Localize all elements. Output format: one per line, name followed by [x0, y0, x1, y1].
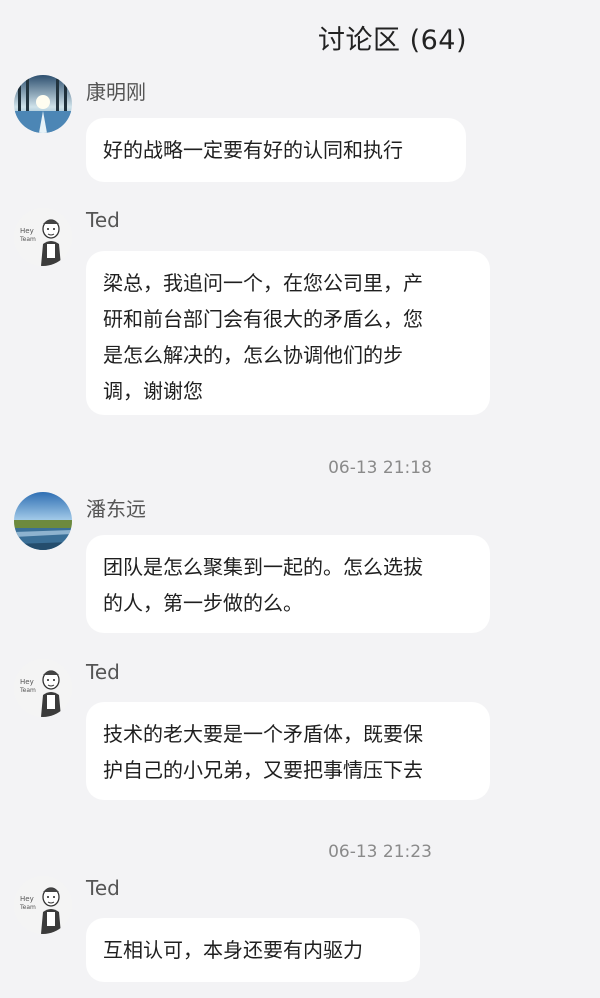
username[interactable]: Ted	[86, 208, 120, 232]
winter-forest-avatar-icon[interactable]	[14, 75, 72, 133]
username[interactable]: Ted	[86, 660, 120, 684]
ted-cartoon-avatar-icon[interactable]: Hey Team	[14, 208, 72, 266]
ted-cartoon-avatar-icon[interactable]: Hey Team	[14, 876, 72, 934]
message-text-line: 梁总，我追问一个，在您公司里，产	[103, 271, 423, 295]
message-bubble: 团队是怎么聚集到一起的。怎么选拔 的人，第一步做的么。	[86, 535, 490, 633]
message-text-line: 团队是怎么聚集到一起的。怎么选拔	[103, 555, 423, 579]
username[interactable]: 康明刚	[86, 76, 146, 105]
message-bubble: 梁总，我追问一个，在您公司里，产 研和前台部门会有很大的矛盾么，您 是怎么解决的…	[86, 251, 490, 415]
ted-cartoon-avatar-icon[interactable]: Hey Team	[14, 659, 72, 717]
message-text-line: 调，谢谢您	[103, 379, 203, 403]
username[interactable]: 潘东远	[86, 493, 146, 522]
username[interactable]: Ted	[86, 876, 120, 900]
message-text-line: 是怎么解决的，怎么协调他们的步	[103, 343, 403, 367]
message-text-line: 技术的老大要是一个矛盾体，既要保	[103, 722, 423, 746]
message-text-line: 的人，第一步做的么。	[103, 591, 303, 615]
lake-landscape-avatar-icon[interactable]	[14, 492, 72, 550]
timestamp: 06-13 21:18	[328, 458, 432, 478]
avatar-team-text: Team	[19, 236, 36, 243]
message-bubble: 技术的老大要是一个矛盾体，既要保 护自己的小兄弟，又要把事情压下去	[86, 702, 490, 800]
message-text-line: 互相认可，本身还要有内驱力	[103, 938, 363, 962]
timestamp: 06-13 21:23	[328, 842, 432, 862]
message-text-line: 研和前台部门会有很大的矛盾么，您	[103, 307, 423, 331]
message-bubble: 互相认可，本身还要有内驱力	[86, 918, 420, 982]
avatar-team-text: Team	[19, 687, 36, 694]
avatar-hey-text: Hey	[20, 895, 34, 903]
discussion-header: 讨论区 (64)	[0, 0, 600, 70]
page-title: 讨论区 (64)	[318, 25, 468, 56]
avatar-hey-text: Hey	[20, 227, 34, 235]
avatar-team-text: Team	[19, 904, 36, 911]
message-bubble: 好的战略一定要有好的认同和执行	[86, 118, 466, 182]
message-text-line: 护自己的小兄弟，又要把事情压下去	[103, 758, 423, 782]
message-text-line: 好的战略一定要有好的认同和执行	[103, 138, 403, 162]
avatar-hey-text: Hey	[20, 678, 34, 686]
